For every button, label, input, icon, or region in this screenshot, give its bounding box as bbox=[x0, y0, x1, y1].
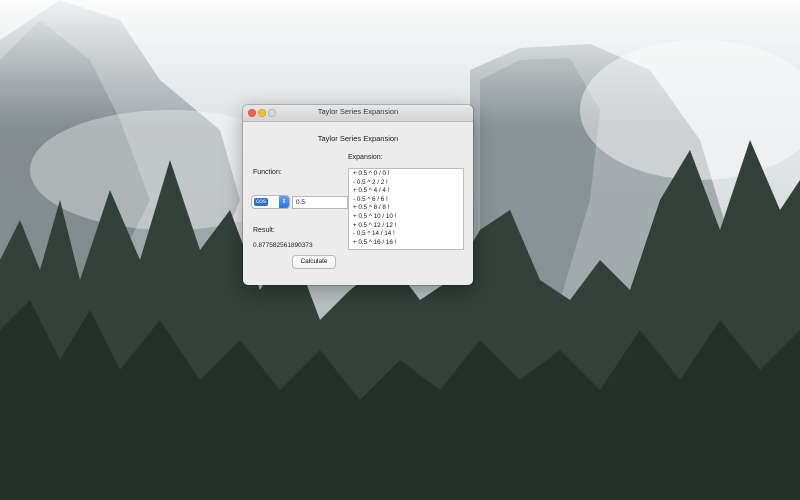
function-select-value: cos bbox=[254, 198, 269, 206]
function-label: Function: bbox=[253, 169, 282, 176]
result-value: 0.877582561890373 bbox=[253, 242, 313, 249]
window-title: Taylor Series Expansion bbox=[317, 107, 399, 116]
expansion-line: - 0.5 ^ 6 / 6 ! bbox=[353, 195, 388, 203]
function-select[interactable]: cos ⇕ bbox=[252, 196, 289, 208]
expansion-line: - 0.5 ^ 2 / 2 ! bbox=[353, 178, 388, 186]
taylor-series-window: Taylor Series Expansion Taylor Series Ex… bbox=[243, 105, 473, 285]
expansion-line: + 0.5 ^ 8 / 8 ! bbox=[353, 204, 390, 212]
expansion-textarea[interactable]: + 0.5 ^ 0 / 0 ! - 0.5 ^ 2 / 2 ! + 0.5 ^ … bbox=[348, 168, 464, 250]
expansion-line: + 0.5 ^ 12 / 12 ! bbox=[353, 221, 397, 229]
app-heading: Taylor Series Expansion bbox=[317, 134, 399, 143]
value-input[interactable]: 0.5 bbox=[292, 196, 348, 209]
expansion-line: + 0.5 ^ 10 / 10 ! bbox=[353, 212, 397, 220]
chevron-updown-icon: ⇕ bbox=[279, 196, 289, 208]
expansion-line: + 0.5 ^ 16 / 16 ! bbox=[353, 238, 397, 246]
title-bar[interactable]: Taylor Series Expansion bbox=[243, 105, 473, 122]
expansion-line: + 0.5 ^ 0 / 0 ! bbox=[353, 170, 390, 177]
result-label: Result: bbox=[253, 227, 275, 234]
calculate-button[interactable]: Calculate bbox=[293, 256, 335, 268]
expansion-label: Expansion: bbox=[348, 154, 383, 161]
expansion-line: - 0.5 ^ 14 / 14 ! bbox=[353, 230, 395, 238]
expansion-line: + 0.5 ^ 4 / 4 ! bbox=[353, 187, 390, 195]
